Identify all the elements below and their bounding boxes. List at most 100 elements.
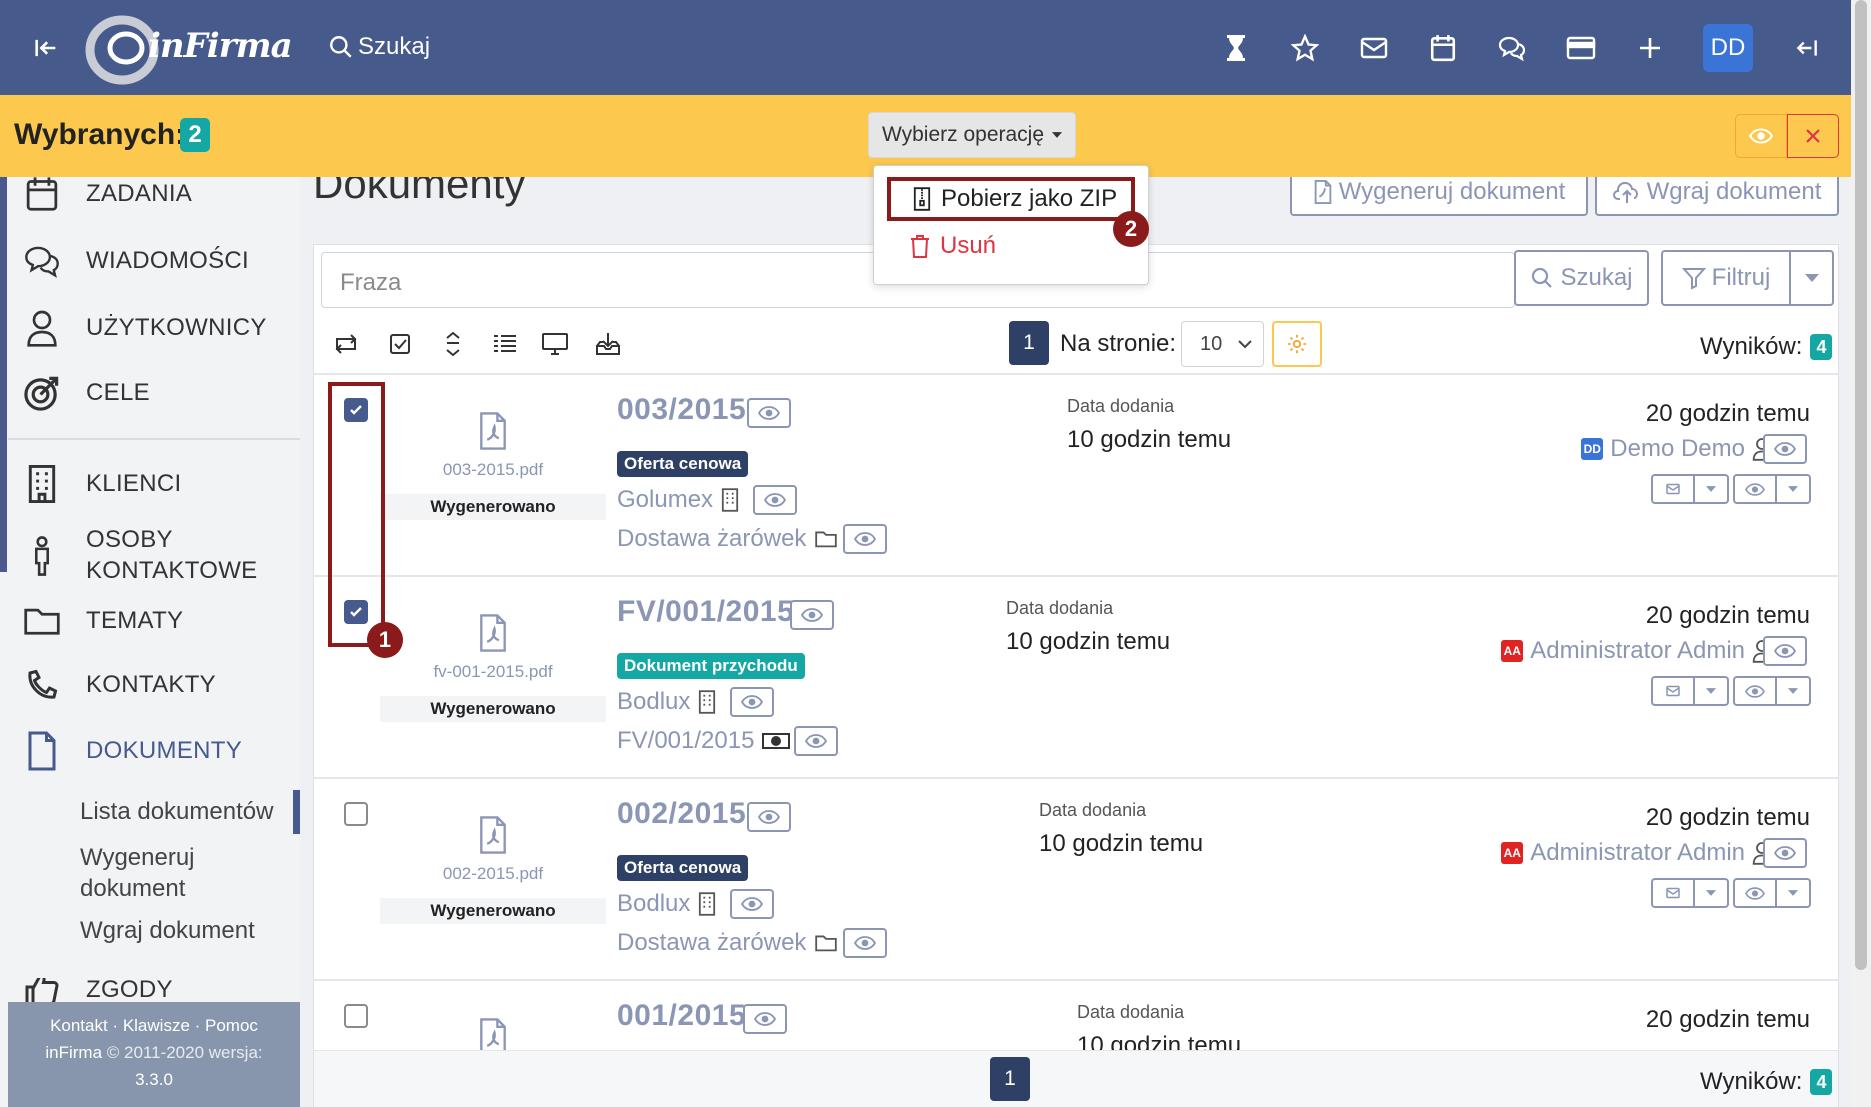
mail-icon[interactable] — [1651, 878, 1695, 908]
top-search-button[interactable]: Szukaj — [328, 33, 430, 61]
eye-icon[interactable] — [747, 398, 791, 428]
sidebar-item-klienci[interactable]: KLIENCI — [20, 465, 181, 503]
download-icon[interactable] — [588, 328, 628, 360]
hourglass-icon[interactable] — [1214, 26, 1258, 70]
download-zip-option[interactable]: Pobierz jako ZIP — [887, 177, 1135, 221]
eye-icon[interactable] — [743, 1004, 787, 1034]
chevron-down-icon[interactable] — [1695, 878, 1729, 908]
star-icon[interactable] — [1283, 26, 1327, 70]
eye-icon[interactable] — [843, 928, 887, 958]
sidebar-item-osoby-kontaktowe[interactable]: OSOBY KONTAKTOWE — [20, 524, 257, 586]
date-value: 10 godzin temu — [1077, 1032, 1242, 1050]
sidebar-item-tematy[interactable]: TEMATY — [20, 605, 183, 637]
logout-icon[interactable] — [1785, 26, 1829, 70]
sidebar-subitem-wgraj-dokument[interactable]: Wgraj dokument — [80, 917, 255, 945]
chevron-down-icon[interactable] — [1777, 878, 1811, 908]
eye-icon[interactable] — [747, 802, 791, 832]
sidebar-item-cele[interactable]: CELE — [20, 374, 150, 412]
choose-operation-button[interactable]: Wybierz operację — [868, 112, 1076, 158]
sidebar-item-kontakty[interactable]: KONTAKTY — [20, 667, 216, 703]
topic-link[interactable]: Dostawa żarówek — [617, 525, 838, 553]
plus-icon[interactable] — [1628, 26, 1672, 70]
user-link[interactable]: DD Demo Demo — [1581, 435, 1772, 463]
invoice-link[interactable]: FV/001/2015 — [617, 727, 791, 755]
list-icon[interactable] — [485, 328, 525, 360]
chat-icon[interactable] — [1490, 26, 1534, 70]
footer-links[interactable]: Kontakt · Klawisze · Pomoc — [8, 1012, 300, 1039]
eye-icon[interactable] — [843, 524, 887, 554]
settings-button[interactable] — [1272, 321, 1322, 367]
row-checkbox[interactable] — [344, 1004, 368, 1028]
sidebar-item-label: ZGODY — [86, 978, 173, 1002]
eye-icon[interactable] — [1763, 838, 1807, 868]
pdf-file-icon[interactable] — [478, 614, 508, 652]
eye-icon[interactable] — [730, 889, 774, 919]
file-name[interactable]: 002-2015.pdf — [380, 864, 606, 884]
chevron-down-icon[interactable] — [1777, 474, 1811, 504]
document-number[interactable]: 003/2015 — [617, 393, 746, 427]
eye-icon[interactable] — [790, 600, 834, 630]
sidebar-item-dokumenty[interactable]: DOKUMENTY — [20, 731, 242, 771]
collapse-sidebar-icon[interactable] — [24, 26, 68, 70]
results-label: Wyników: — [1700, 1068, 1803, 1095]
client-link[interactable]: Bodlux — [617, 890, 716, 918]
avatar[interactable]: DD — [1703, 24, 1753, 72]
date-value: 10 godzin temu — [1006, 628, 1171, 655]
eye-icon[interactable] — [1763, 636, 1807, 666]
row-checkbox[interactable] — [344, 802, 368, 826]
sort-icon[interactable] — [433, 328, 473, 360]
chevron-down-icon[interactable] — [1695, 676, 1729, 706]
eye-icon[interactable] — [794, 726, 838, 756]
eye-icon[interactable] — [1733, 676, 1777, 706]
mail-icon[interactable] — [1651, 676, 1695, 706]
check-square-icon[interactable] — [380, 328, 420, 360]
eye-icon[interactable] — [1763, 434, 1807, 464]
client-link[interactable]: Golumex — [617, 486, 739, 514]
document-number[interactable]: 001/2015 — [617, 999, 746, 1033]
eye-icon[interactable] — [753, 485, 797, 515]
eye-icon[interactable] — [1733, 878, 1777, 908]
swap-icon[interactable] — [326, 328, 366, 360]
sidebar-subitem-wygeneruj-dokument[interactable]: Wygeneruj dokument — [80, 842, 195, 904]
eye-icon[interactable] — [1733, 474, 1777, 504]
sidebar-item-uzytkownicy[interactable]: UŻYTKOWNICY — [20, 309, 267, 347]
scrollbar-thumb[interactable] — [1855, 0, 1867, 970]
document-number[interactable]: 002/2015 — [617, 797, 746, 831]
sidebar-subitem-lista-dokumentow[interactable]: Lista dokumentów — [80, 798, 273, 826]
pdf-file-icon[interactable] — [478, 816, 508, 854]
file-name[interactable]: fv-001-2015.pdf — [380, 662, 606, 682]
monitor-icon[interactable] — [535, 328, 575, 360]
pdf-file-icon[interactable] — [478, 1018, 508, 1050]
file-name[interactable]: 003-2015.pdf — [380, 460, 606, 480]
chevron-down-icon[interactable] — [1695, 474, 1729, 504]
client-link[interactable]: Bodlux — [617, 688, 716, 716]
filter-button[interactable]: Filtruj — [1661, 250, 1791, 306]
filter-dropdown-toggle[interactable] — [1789, 250, 1834, 306]
close-icon[interactable] — [1787, 114, 1839, 158]
document-number[interactable]: FV/001/2015 — [617, 595, 794, 629]
topic-link[interactable]: Dostawa żarówek — [617, 929, 838, 957]
card-icon[interactable] — [1559, 26, 1603, 70]
pagination-page[interactable]: 1 — [1009, 321, 1049, 365]
document-type-tag: Oferta cenowa — [617, 451, 749, 477]
user-link[interactable]: AA Administrator Admin — [1501, 839, 1772, 867]
calendar-icon[interactable] — [1421, 26, 1465, 70]
chevron-down-icon[interactable] — [1777, 676, 1811, 706]
eye-icon[interactable] — [1735, 114, 1787, 158]
mail-icon[interactable] — [1651, 474, 1695, 504]
sidebar-item-label: ZADANIA — [86, 180, 193, 207]
delete-option[interactable]: Usuń — [910, 232, 996, 260]
per-page-label: Na stronie: — [1060, 330, 1177, 357]
sidebar-item-zgody[interactable]: ZGODY — [20, 978, 173, 1002]
sidebar-item-zadania[interactable]: ZADANIA — [20, 176, 192, 212]
mail-icon[interactable] — [1352, 26, 1396, 70]
user-link[interactable]: AA Administrator Admin — [1501, 637, 1772, 665]
per-page-select[interactable]: 10 — [1181, 321, 1264, 367]
pdf-file-icon[interactable] — [478, 412, 508, 450]
sidebar-item-wiadomosci[interactable]: WIADOMOŚCI — [20, 244, 249, 278]
pagination-page[interactable]: 1 — [990, 1057, 1030, 1101]
phone-icon — [20, 667, 64, 703]
search-button[interactable]: Szukaj — [1514, 250, 1649, 306]
generate-document-label: Wygeneruj dokument — [1338, 178, 1566, 205]
eye-icon[interactable] — [730, 687, 774, 717]
